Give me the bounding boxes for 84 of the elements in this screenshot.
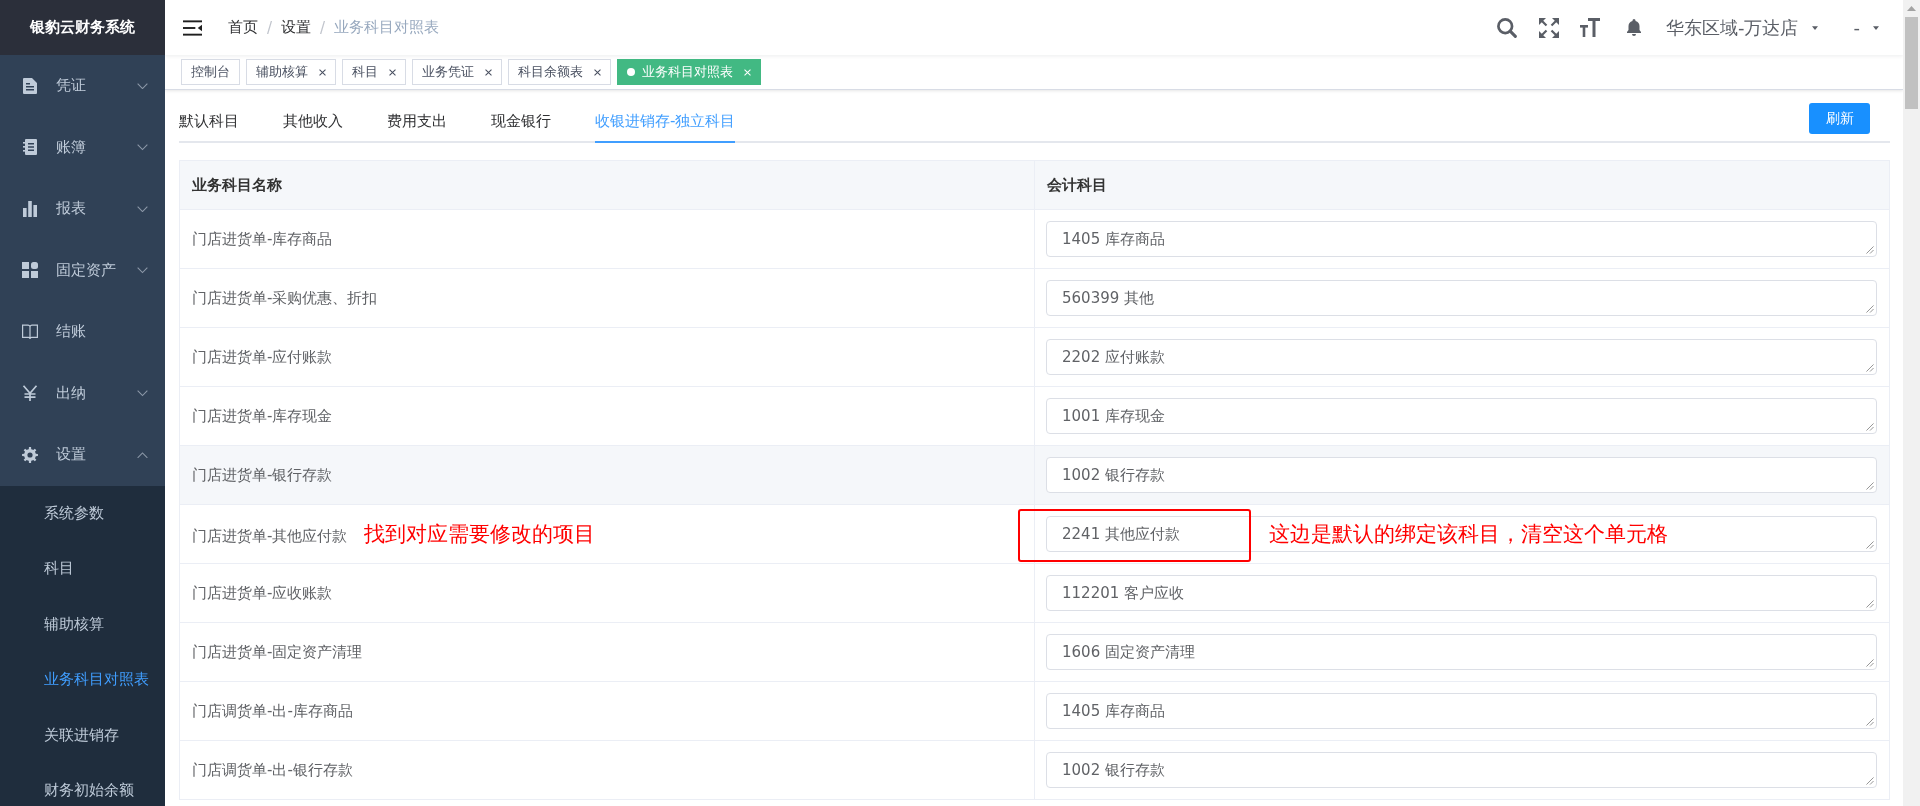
annotation-text: 这边是默认的绑定该科目，清空这个单元格 [1269,521,1668,548]
resize-grip-icon[interactable] [1866,777,1874,785]
yen-icon [22,385,38,402]
text-size-icon[interactable] [1580,18,1600,37]
page-tab[interactable]: 辅助核算 [246,59,336,85]
account-field[interactable]: 1405 库存商品 [1046,693,1877,729]
breadcrumb-current: 业务科目对照表 [334,18,440,37]
resize-grip-icon[interactable] [1866,246,1874,254]
page-tab[interactable]: 科目 [342,59,406,85]
grid-icon [22,262,38,279]
resize-grip-icon[interactable] [1866,482,1874,490]
page-tab[interactable]: 科目余额表 [508,59,611,85]
table-cell: 门店进货单-其他应付款 [192,527,348,545]
table-cell: 门店进货单-库存现金 [192,406,333,425]
breadcrumb-separator: / [267,18,273,37]
submenu-item[interactable]: 业务科目对照表 [0,652,165,708]
account-field[interactable]: 1002 银行存款 [1046,457,1877,493]
tab[interactable]: 默认科目 [179,101,239,143]
table-cell: 门店进货单-应收账款 [192,583,333,602]
page-tab[interactable]: 控制台 [181,59,240,85]
scrollbar-thumb[interactable] [1905,17,1918,109]
close-icon[interactable] [594,68,601,76]
caret-down-icon [1873,25,1879,30]
resize-grip-icon[interactable] [1866,541,1874,549]
resize-grip-icon[interactable] [1866,305,1874,313]
close-icon[interactable] [389,68,396,76]
document-icon [22,77,38,94]
table-cell: 门店进货单-采购优惠、折扣 [192,288,378,307]
column-header: 会计科目 [1034,160,1890,210]
table-cell: 门店调货单-出-银行存款 [192,760,353,779]
submenu-item[interactable]: 科目 [0,541,165,597]
app-title: 银豹云财务系统 [0,0,165,55]
annotation-text: 找到对应需要修改的项目 [364,522,596,546]
settings-icon [22,446,38,463]
tab[interactable]: 现金银行 [491,101,551,143]
resize-grip-icon[interactable] [1866,423,1874,431]
close-icon[interactable] [485,68,492,76]
resize-grip-icon[interactable] [1866,718,1874,726]
account-field[interactable]: 1001 库存现金 [1046,398,1877,434]
menu-item[interactable]: 凭证 [0,55,165,117]
menu-item[interactable]: 报表 [0,178,165,240]
menu-item[interactable]: 出纳 [0,362,165,424]
dot-icon [627,68,635,76]
menu-item[interactable]: 账簿 [0,116,165,178]
close-icon[interactable] [319,68,326,76]
search-icon[interactable] [1497,17,1517,38]
submenu-item[interactable]: 关联进销存 [0,707,165,763]
bar-chart-icon [22,200,38,217]
page-tab[interactable]: 业务凭证 [412,59,502,85]
tab[interactable]: 其他收入 [283,101,343,143]
account-field[interactable]: 1405 库存商品 [1046,221,1877,257]
table-cell: 门店调货单-出-库存商品 [192,701,353,720]
table-cell: 门店进货单-银行存款 [192,465,333,484]
resize-grip-icon[interactable] [1866,659,1874,667]
bell-icon[interactable] [1626,19,1642,36]
menu-item[interactable]: 设置 [0,424,165,486]
table-cell: 门店进货单-应付账款 [192,347,333,366]
menu-fold-icon[interactable] [183,19,202,36]
breadcrumb-separator: / [320,18,326,37]
account-field[interactable]: 1606 固定资产清理 [1046,634,1877,670]
notebook-icon [22,139,38,156]
account-field[interactable]: 112201 客户应收 [1046,575,1877,611]
tab[interactable]: 费用支出 [387,101,447,143]
account-field[interactable]: 2202 应付账款 [1046,339,1877,375]
region-dropdown[interactable]: 华东区域-万达店 [1666,15,1818,40]
column-header: 业务科目名称 [179,160,1035,210]
scroll-up-icon[interactable] [1907,6,1916,11]
table-cell: 门店进货单-固定资产清理 [192,642,363,661]
submenu-item[interactable]: 辅助核算 [0,596,165,652]
menu-item[interactable]: 结账 [0,301,165,363]
resize-grip-icon[interactable] [1866,600,1874,608]
open-book-icon [22,323,38,340]
submenu-item[interactable]: 财务初始余额 [0,763,165,806]
menu-item[interactable]: 固定资产 [0,239,165,301]
account-field[interactable]: 1002 银行存款 [1046,752,1877,788]
breadcrumb-link[interactable]: 首页 [228,18,258,37]
account-field[interactable]: 560399 其他 [1046,280,1877,316]
fullscreen-icon[interactable] [1539,17,1559,38]
table-cell: 门店进货单-库存商品 [192,229,333,248]
resize-grip-icon[interactable] [1866,364,1874,372]
caret-down-icon [1811,25,1818,30]
user-dropdown[interactable]: - [1853,17,1879,38]
submenu-item[interactable]: 系统参数 [0,485,165,541]
breadcrumb-link[interactable]: 设置 [281,18,312,37]
